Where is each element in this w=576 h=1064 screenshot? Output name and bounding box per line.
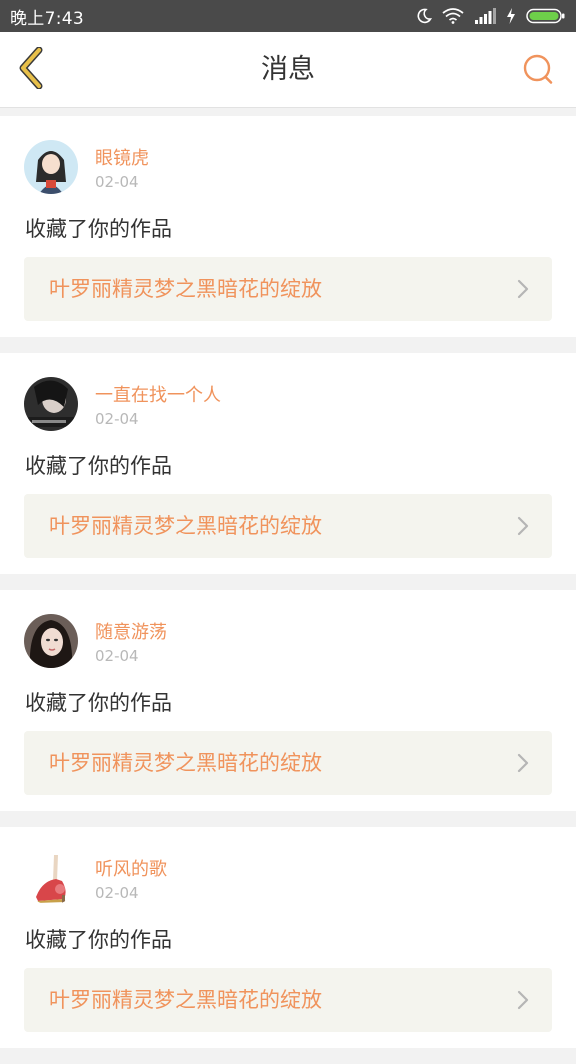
work-title: 叶罗丽精灵梦之黑暗花的绽放 <box>49 988 322 1012</box>
message-action: 收藏了你的作品 <box>25 454 172 478</box>
message-card: 眼镜虎 02-04 收藏了你的作品 叶罗丽精灵梦之黑暗花的绽放 <box>0 116 576 337</box>
chevron-right-icon <box>516 990 530 1010</box>
app-header: 消息 <box>0 32 576 108</box>
work-title: 叶罗丽精灵梦之黑暗花的绽放 <box>49 751 322 775</box>
work-link[interactable]: 叶罗丽精灵梦之黑暗花的绽放 <box>24 494 552 558</box>
search-icon <box>521 53 555 91</box>
search-button[interactable] <box>516 50 560 94</box>
user-name[interactable]: 随意游荡 <box>95 618 167 644</box>
user-name[interactable]: 一直在找一个人 <box>95 381 221 407</box>
work-link[interactable]: 叶罗丽精灵梦之黑暗花的绽放 <box>24 968 552 1032</box>
message-date: 02-04 <box>95 410 139 428</box>
chevron-right-icon <box>516 753 530 773</box>
work-title: 叶罗丽精灵梦之黑暗花的绽放 <box>49 514 322 538</box>
message-action: 收藏了你的作品 <box>25 928 172 952</box>
work-link[interactable]: 叶罗丽精灵梦之黑暗花的绽放 <box>24 257 552 321</box>
avatar[interactable] <box>24 140 78 194</box>
message-action: 收藏了你的作品 <box>25 217 172 241</box>
work-link[interactable]: 叶罗丽精灵梦之黑暗花的绽放 <box>24 731 552 795</box>
status-time: 晚上7:43 <box>10 8 84 29</box>
moon-icon <box>416 8 432 24</box>
page-title: 消息 <box>261 54 315 85</box>
message-date: 02-04 <box>95 884 139 902</box>
chevron-right-icon <box>516 516 530 536</box>
avatar[interactable] <box>24 377 78 431</box>
chevron-right-icon <box>516 279 530 299</box>
message-card: 一直在找一个人 02-04 收藏了你的作品 叶罗丽精灵梦之黑暗花的绽放 <box>0 353 576 574</box>
message-date: 02-04 <box>95 173 139 191</box>
user-name[interactable]: 听风的歌 <box>95 855 167 881</box>
message-date: 02-04 <box>95 647 139 665</box>
status-bar: 晚上7:43 <box>0 0 576 32</box>
status-icons <box>416 8 566 24</box>
message-action: 收藏了你的作品 <box>25 691 172 715</box>
avatar[interactable] <box>24 614 78 668</box>
battery-icon <box>526 8 566 24</box>
message-card: 听风的歌 02-04 收藏了你的作品 叶罗丽精灵梦之黑暗花的绽放 <box>0 827 576 1048</box>
avatar[interactable] <box>24 851 78 905</box>
charging-icon <box>506 8 516 24</box>
user-name[interactable]: 眼镜虎 <box>95 144 149 170</box>
signal-icon <box>474 8 496 24</box>
work-title: 叶罗丽精灵梦之黑暗花的绽放 <box>49 277 322 301</box>
message-card: 随意游荡 02-04 收藏了你的作品 叶罗丽精灵梦之黑暗花的绽放 <box>0 590 576 811</box>
message-list: 眼镜虎 02-04 收藏了你的作品 叶罗丽精灵梦之黑暗花的绽放 一直在找一个人 … <box>0 116 576 1064</box>
wifi-icon <box>442 8 464 24</box>
